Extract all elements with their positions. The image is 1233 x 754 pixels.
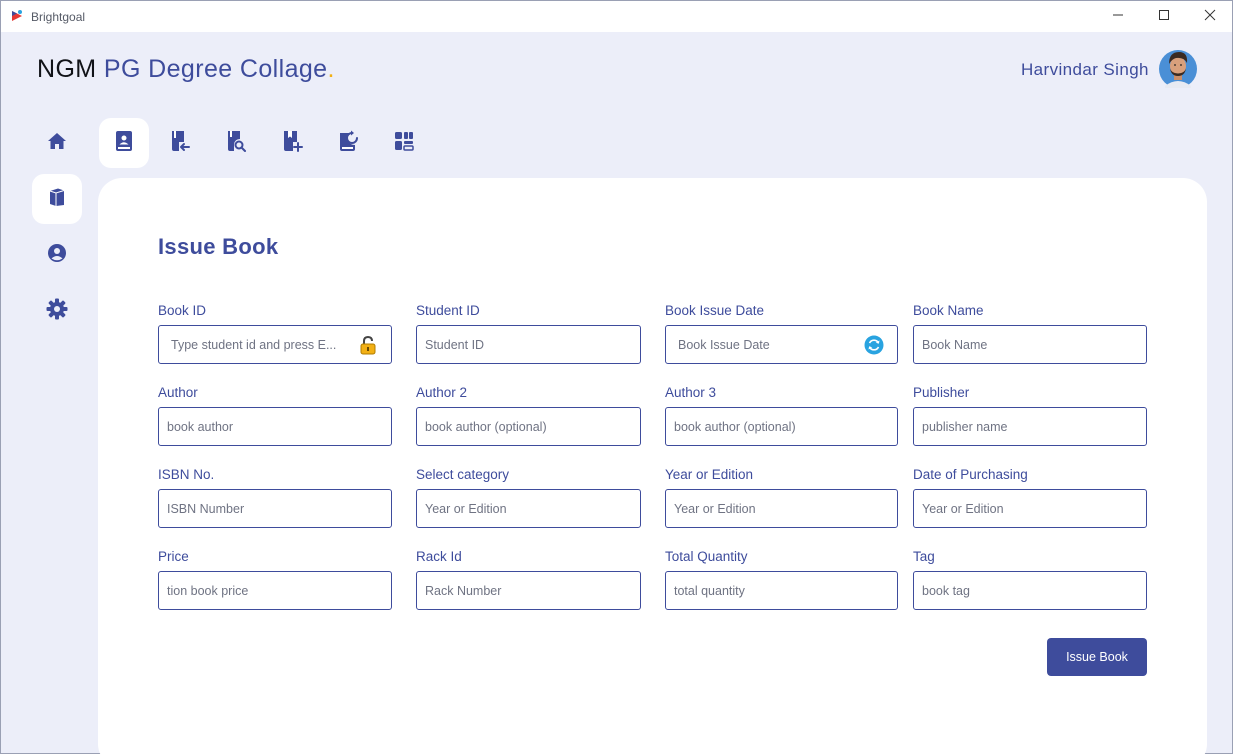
tag-field[interactable]: book tag (913, 571, 1147, 610)
publisher-field[interactable]: publisher name (913, 407, 1147, 446)
tab-add-book[interactable] (267, 118, 317, 168)
window-title: Brightgoal (31, 10, 86, 24)
user-name: Harvindar Singh (1021, 60, 1149, 79)
return-book-icon (169, 130, 191, 157)
price-placeholder: tion book price (167, 584, 249, 598)
book-id-placeholder: Type student id and press E... (171, 338, 337, 352)
isbn-field[interactable]: ISBN Number (158, 489, 392, 528)
author-3-placeholder: book author (optional) (674, 420, 796, 434)
book-name-field[interactable]: Book Name (913, 325, 1147, 364)
publisher-placeholder: publisher name (922, 420, 1008, 434)
sidebar-item-settings[interactable] (32, 286, 82, 336)
edition-placeholder: Year or Edition (674, 502, 756, 516)
app-window: Brightgoal NGM PG Degree Collage. Harvin… (0, 0, 1233, 754)
book-name-label: Book Name (913, 303, 984, 318)
issue-date-field[interactable]: Book Issue Date (665, 325, 898, 364)
book-name-placeholder: Book Name (922, 338, 988, 352)
brand-name-bold: NGM (37, 55, 97, 83)
add-book-icon (281, 130, 303, 157)
issue-book-button[interactable]: Issue Book (1047, 638, 1147, 676)
category-field[interactable]: Year or Edition (416, 489, 641, 528)
tab-search-book[interactable] (211, 118, 261, 168)
tab-book-list[interactable] (379, 118, 429, 168)
isbn-label: ISBN No. (158, 467, 215, 482)
total-quantity-placeholder: total quantity (674, 584, 745, 598)
purchase-date-field[interactable]: Year or Edition (913, 489, 1147, 528)
price-field[interactable]: tion book price (158, 571, 392, 610)
book-icon (47, 187, 67, 212)
book-list-icon (393, 130, 415, 157)
isbn-placeholder: ISBN Number (167, 502, 245, 516)
student-id-label: Student ID (416, 303, 480, 318)
rack-id-placeholder: Rack Number (425, 584, 502, 598)
edition-field[interactable]: Year or Edition (665, 489, 898, 528)
user-circle-icon (47, 243, 67, 268)
price-label: Price (158, 549, 189, 564)
brand-name-rest: PG Degree Collage (103, 55, 328, 83)
author-placeholder: book author (167, 420, 234, 434)
brand-dot: . (327, 55, 335, 83)
rack-id-field[interactable]: Rack Number (416, 571, 641, 610)
minimize-icon (1112, 8, 1124, 26)
tab-return-book[interactable] (155, 118, 205, 168)
author-2-placeholder: book author (optional) (425, 420, 547, 434)
close-button[interactable] (1187, 1, 1233, 32)
brand-title: NGM PG Degree Collage. (37, 55, 335, 84)
main-panel (98, 178, 1207, 754)
tag-label: Tag (913, 549, 935, 564)
search-book-icon (225, 130, 247, 157)
rack-id-label: Rack Id (416, 549, 462, 564)
author-label: Author (158, 385, 198, 400)
author-3-label: Author 3 (665, 385, 717, 400)
author-field[interactable]: book author (158, 407, 392, 446)
sidebar-item-books[interactable] (32, 174, 82, 224)
avatar[interactable] (1158, 46, 1198, 90)
title-bar: Brightgoal (1, 1, 1232, 32)
book-id-field[interactable]: Type student id and press E... (158, 325, 392, 364)
category-label: Select category (416, 467, 510, 482)
total-quantity-label: Total Quantity (665, 549, 748, 564)
lock-icon[interactable] (358, 335, 378, 355)
edition-label: Year or Edition (665, 467, 754, 482)
tab-issue-book[interactable] (99, 118, 149, 168)
purchase-date-placeholder: Year or Edition (922, 502, 1004, 516)
renew-book-icon (337, 130, 359, 157)
page-title: Issue Book (158, 234, 279, 259)
category-placeholder: Year or Edition (425, 502, 507, 516)
author-2-field[interactable]: book author (optional) (416, 407, 641, 446)
sidebar-item-profile[interactable] (32, 230, 82, 280)
purchase-date-label: Date of Purchasing (913, 467, 1028, 482)
student-id-field[interactable]: Student ID (416, 325, 641, 364)
tag-placeholder: book tag (922, 584, 970, 598)
student-id-placeholder: Student ID (425, 338, 485, 352)
maximize-icon (1158, 8, 1170, 26)
gear-icon (46, 298, 68, 325)
sidebar-item-home[interactable] (32, 118, 82, 168)
publisher-label: Publisher (913, 385, 970, 400)
issue-date-placeholder: Book Issue Date (678, 338, 770, 352)
refresh-icon[interactable] (864, 335, 884, 355)
maximize-button[interactable] (1141, 1, 1187, 32)
brightgoal-logo-icon (9, 8, 25, 24)
tab-renew-book[interactable] (323, 118, 373, 168)
minimize-button[interactable] (1095, 1, 1141, 32)
issue-date-label: Book Issue Date (665, 303, 765, 318)
book-id-label: Book ID (158, 303, 207, 318)
close-icon (1204, 8, 1216, 26)
author-2-label: Author 2 (416, 385, 468, 400)
home-icon (47, 131, 67, 156)
total-quantity-field[interactable]: total quantity (665, 571, 898, 610)
issue-book-icon (114, 130, 134, 157)
author-3-field[interactable]: book author (optional) (665, 407, 898, 446)
